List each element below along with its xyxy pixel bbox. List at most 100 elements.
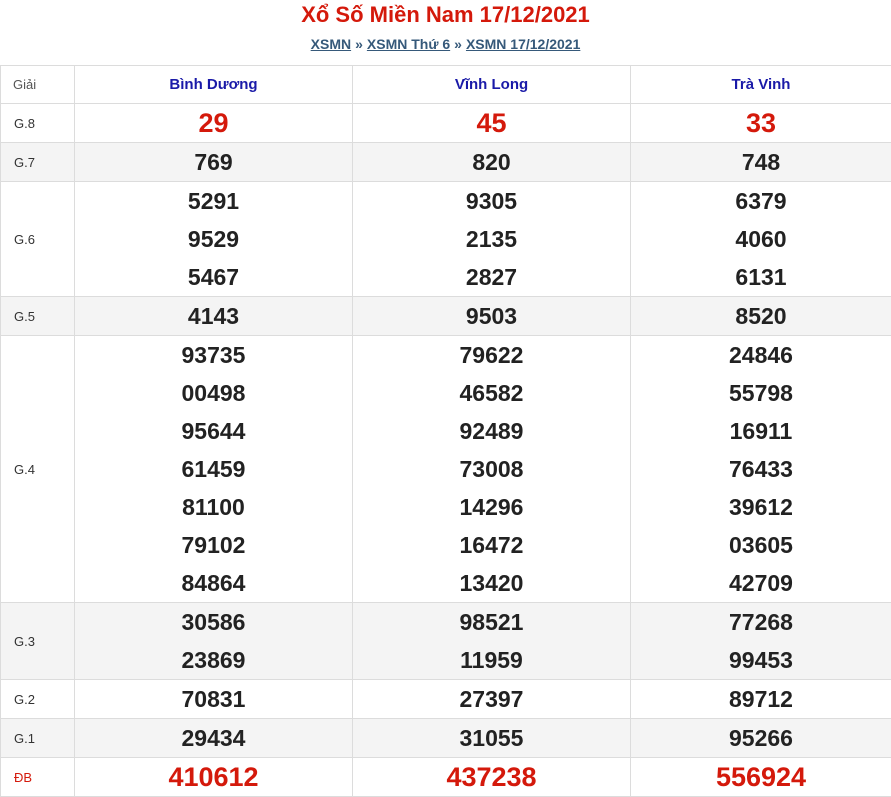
breadcrumb-separator: »: [355, 36, 363, 52]
result-number: 4143: [187, 303, 240, 329]
result-number: 13420: [459, 570, 524, 596]
result-number: 29: [198, 108, 229, 138]
prize-label: G.6: [0, 181, 75, 297]
prize-label: G.3: [0, 602, 75, 680]
result-cell: 95266: [630, 718, 891, 758]
table-row: G.3 30586 23869 98521 11959 77268 99453: [0, 602, 891, 680]
result-number: 31055: [459, 725, 524, 751]
result-number: 77268: [729, 609, 793, 635]
result-cell: 79622 46582 92489 73008 14296 16472 13420: [352, 335, 631, 603]
result-number: 29434: [181, 725, 246, 751]
breadcrumb-link-xsmn-date[interactable]: XSMN 17/12/2021: [466, 36, 580, 52]
result-number: 92489: [459, 418, 524, 444]
result-number: 14296: [459, 494, 524, 520]
result-number: 27397: [459, 686, 524, 712]
prize-label: G.2: [0, 679, 75, 719]
result-cell: 556924: [630, 757, 891, 797]
result-cell: 8520: [630, 296, 891, 336]
result-cell: 9503: [352, 296, 631, 336]
result-number: 30586: [181, 609, 246, 635]
result-number: 410612: [168, 762, 259, 792]
result-number: 6131: [735, 264, 787, 290]
result-number: 820: [472, 149, 511, 175]
table-row: G.8 29 45 33: [0, 103, 891, 143]
prize-label: G.7: [0, 142, 75, 182]
table-row: G.5 4143 9503 8520: [0, 296, 891, 336]
result-number: 748: [741, 149, 781, 175]
result-number: 46582: [459, 380, 524, 406]
result-number: 03605: [729, 532, 793, 558]
result-number: 2827: [465, 264, 518, 290]
result-cell: 45: [352, 103, 631, 143]
result-number: 9529: [187, 226, 240, 252]
table-row: G.6 5291 9529 5467 9305 2135 2827 6379 4060 6131: [0, 181, 891, 297]
breadcrumb-link-xsmn-thu-6[interactable]: XSMN Thứ 6: [367, 36, 450, 52]
result-number: 95266: [729, 725, 793, 751]
result-number: 556924: [715, 762, 807, 792]
result-cell: 410612: [74, 757, 353, 797]
result-number: 8520: [735, 303, 787, 329]
result-cell: 27397: [352, 679, 631, 719]
result-cell: 29: [74, 103, 353, 143]
result-number: 61459: [181, 456, 246, 482]
result-number: 95644: [181, 418, 246, 444]
result-cell: 5291 9529 5467: [74, 181, 353, 297]
table-row: G.1 29434 31055 95266: [0, 718, 891, 758]
table-row: ĐB 410612 437238 556924: [0, 757, 891, 797]
result-number: 16472: [459, 532, 524, 558]
result-number: 98521: [459, 609, 524, 635]
result-cell: 98521 11959: [352, 602, 631, 680]
table-row: G.2 70831 27397 89712: [0, 679, 891, 719]
result-number: 93735: [181, 342, 246, 368]
result-number: 70831: [181, 686, 246, 712]
breadcrumb: XSMN» XSMN Thứ 6» XSMN 17/12/2021: [0, 30, 891, 60]
result-cell: 748: [630, 142, 891, 182]
result-number: 9305: [465, 188, 518, 214]
result-number: 6379: [735, 188, 787, 214]
result-number: 16911: [729, 418, 793, 444]
result-cell: 33: [630, 103, 891, 143]
result-number: 5291: [187, 188, 240, 214]
header-province-vinh-long: Vĩnh Long: [352, 65, 631, 104]
result-cell: 437238: [352, 757, 631, 797]
result-number: 84864: [181, 570, 246, 596]
result-number: 79102: [181, 532, 246, 558]
result-number: 55798: [729, 380, 793, 406]
result-cell: 6379 4060 6131: [630, 181, 891, 297]
header-province-tra-vinh: Trà Vinh: [630, 65, 891, 104]
table-row: G.7 769 820 748: [0, 142, 891, 182]
prize-label: G.1: [0, 718, 75, 758]
result-cell: 29434: [74, 718, 353, 758]
result-cell: 30586 23869: [74, 602, 353, 680]
prize-label: ĐB: [0, 757, 75, 797]
result-cell: 77268 99453: [630, 602, 891, 680]
result-cell: 89712: [630, 679, 891, 719]
header-giai: Giải: [0, 65, 75, 104]
result-number: 42709: [729, 570, 793, 596]
result-number: 81100: [182, 494, 245, 520]
result-number: 2135: [465, 226, 518, 252]
page-title: Xổ Số Miền Nam 17/12/2021: [301, 2, 590, 27]
breadcrumb-separator: »: [454, 36, 462, 52]
result-cell: 93735 00498 95644 61459 81100 79102 84864: [74, 335, 353, 603]
result-cell: 70831: [74, 679, 353, 719]
result-number: 769: [194, 149, 233, 175]
result-number: 99453: [729, 647, 793, 673]
result-number: 00498: [181, 380, 246, 406]
breadcrumb-link-xsmn[interactable]: XSMN: [311, 36, 351, 52]
result-cell: 9305 2135 2827: [352, 181, 631, 297]
result-number: 9503: [465, 303, 518, 329]
result-cell: 4143: [74, 296, 353, 336]
result-number: 89712: [729, 686, 793, 712]
results-table: Giải Bình Dương Vĩnh Long Trà Vinh G.8 29…: [0, 65, 891, 797]
result-number: 39612: [729, 494, 793, 520]
prize-label: G.5: [0, 296, 75, 336]
result-number: 437238: [446, 762, 537, 792]
result-cell: 24846 55798 16911 76433 39612 03605 42709: [630, 335, 891, 603]
result-number: 11959: [460, 647, 523, 673]
result-cell: 769: [74, 142, 353, 182]
prize-label: G.8: [0, 103, 75, 143]
result-number: 4060: [735, 226, 787, 252]
table-header-row: Giải Bình Dương Vĩnh Long Trà Vinh: [0, 65, 891, 104]
prize-label: G.4: [0, 335, 75, 603]
